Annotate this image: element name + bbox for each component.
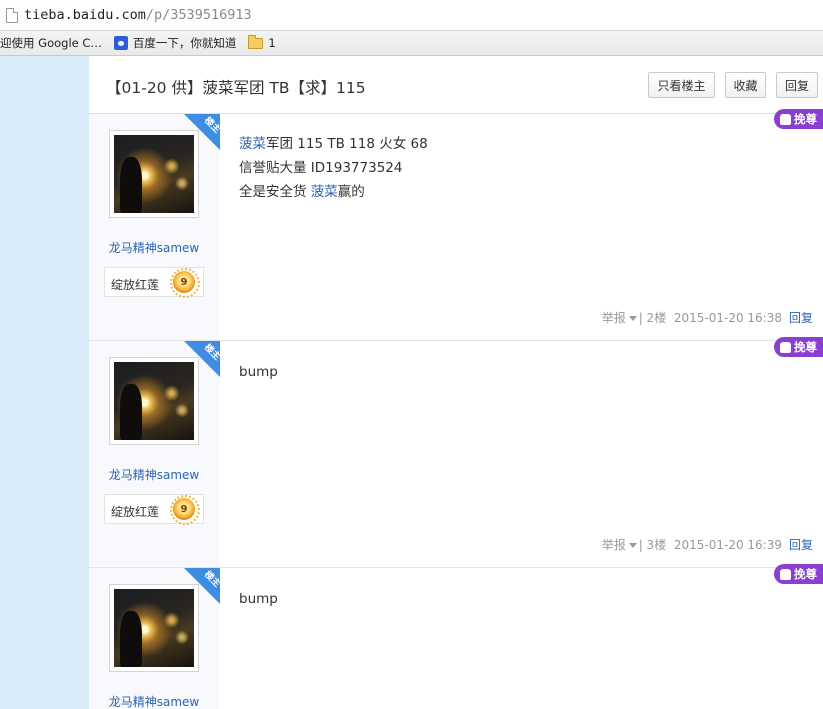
bookmark-folder[interactable]: 1 bbox=[248, 34, 276, 50]
page-icon bbox=[6, 7, 18, 23]
author-name[interactable]: 龙马精神samew bbox=[89, 466, 219, 483]
hand-icon bbox=[780, 568, 791, 580]
thread-header: 【01-20 供】菠菜军团 TB【求】115 只看楼主 收藏 回复 bbox=[89, 56, 823, 114]
level-star-icon: 9 bbox=[170, 268, 200, 298]
author-name[interactable]: 龙马精神samew bbox=[89, 693, 219, 709]
floor-number: | 3楼 bbox=[638, 538, 667, 552]
baidu-paw-icon bbox=[113, 36, 128, 50]
content-text: 信誉贴大量 ID193773524 bbox=[239, 160, 403, 176]
wanzun-label: 挽尊 bbox=[794, 340, 817, 354]
caret-down-icon[interactable] bbox=[628, 316, 637, 321]
wanzun-button[interactable]: 挽尊 bbox=[774, 109, 823, 129]
reply-button[interactable]: 回复 bbox=[776, 72, 818, 98]
thread-title: 【01-20 供】菠菜军团 TB【求】115 bbox=[106, 79, 366, 97]
report-link[interactable]: 举报 bbox=[602, 538, 626, 552]
op-ribbon: 楼主 bbox=[184, 114, 220, 150]
url-path: /p/3539516913 bbox=[145, 7, 252, 23]
wanzun-button[interactable]: 挽尊 bbox=[774, 337, 823, 357]
url-host: tieba.baidu.com bbox=[24, 7, 146, 23]
avatar-image bbox=[114, 589, 194, 667]
content-text: 全是安全货 bbox=[239, 184, 311, 200]
address-bar[interactable]: tieba.baidu.com/p/3539516913 bbox=[0, 0, 823, 31]
post-meta: 举报 | 3楼 2015-01-20 16:39 回复 bbox=[602, 536, 813, 553]
op-ribbon-label: 楼主 bbox=[202, 569, 220, 590]
hand-icon bbox=[780, 341, 791, 353]
content-line: 菠菜军团 115 TB 118 火女 68 bbox=[239, 132, 428, 156]
wanzun-button[interactable]: 挽尊 bbox=[774, 564, 823, 584]
caret-down-icon[interactable] bbox=[628, 543, 637, 548]
folder-icon bbox=[248, 34, 264, 49]
hand-icon bbox=[780, 113, 791, 125]
only-op-button[interactable]: 只看楼主 bbox=[648, 72, 715, 98]
post-content: bump bbox=[239, 591, 278, 607]
avatar-image bbox=[114, 362, 194, 440]
post-time: 2015-01-20 16:39 bbox=[673, 538, 782, 552]
author-name[interactable]: 龙马精神samew bbox=[89, 239, 219, 256]
content-text: 军团 115 TB 118 火女 68 bbox=[266, 136, 428, 152]
bookmark-label: 百度一下，你就知道 bbox=[132, 36, 237, 50]
reply-link[interactable]: 回复 bbox=[789, 538, 813, 552]
op-ribbon: 楼主 bbox=[184, 341, 220, 377]
floor-number: | 2楼 bbox=[638, 311, 667, 325]
report-link[interactable]: 举报 bbox=[602, 311, 626, 325]
content-line: 全是安全货 菠菜赢的 bbox=[239, 180, 428, 204]
url-text[interactable]: tieba.baidu.com/p/3539516913 bbox=[24, 7, 252, 23]
level-star-icon: 9 bbox=[170, 495, 200, 525]
post-meta: 举报 | 2楼 2015-01-20 16:38 回复 bbox=[602, 309, 813, 326]
bookmark-label: 迎使用 Google C… bbox=[0, 36, 102, 50]
wanzun-label: 挽尊 bbox=[794, 112, 817, 126]
keyword-link[interactable]: 菠菜 bbox=[311, 184, 338, 200]
op-ribbon-label: 楼主 bbox=[202, 342, 220, 363]
bookmarks-bar: 迎使用 Google C… 百度一下，你就知道 1 bbox=[0, 31, 823, 56]
content-text: 赢的 bbox=[337, 184, 365, 200]
avatar-image bbox=[114, 135, 194, 213]
keyword-link[interactable]: 菠菜 bbox=[239, 136, 266, 152]
left-background bbox=[0, 56, 89, 709]
thread-main: 【01-20 供】菠菜军团 TB【求】115 只看楼主 收藏 回复 龙马精神sa… bbox=[89, 56, 823, 709]
member-badge[interactable]: 绽放红莲 9 bbox=[104, 494, 204, 525]
post-floor-3: 龙马精神samew 绽放红莲 9 楼主 挽尊 bump 举报 | 3楼 2015-… bbox=[89, 337, 823, 568]
op-ribbon-label: 楼主 bbox=[202, 115, 220, 136]
badge-title: 绽放红莲 bbox=[111, 278, 160, 292]
member-badge[interactable]: 绽放红莲 9 bbox=[104, 267, 204, 298]
bookmark-baidu[interactable]: 百度一下，你就知道 bbox=[113, 35, 237, 51]
post-content: 菠菜军团 115 TB 118 火女 68 信誉贴大量 ID193773524 … bbox=[239, 132, 428, 204]
favorite-button[interactable]: 收藏 bbox=[725, 72, 766, 98]
post-content: bump bbox=[239, 364, 278, 380]
op-ribbon: 楼主 bbox=[184, 568, 220, 604]
wanzun-label: 挽尊 bbox=[794, 567, 817, 581]
bookmark-label: 1 bbox=[268, 36, 276, 50]
bookmark-google[interactable]: 迎使用 Google C… bbox=[0, 35, 102, 51]
post-time: 2015-01-20 16:38 bbox=[673, 311, 782, 325]
post-floor-2: 龙马精神samew 绽放红莲 9 楼主 挽尊 菠菜军团 115 TB 118 火… bbox=[89, 109, 823, 341]
reply-link[interactable]: 回复 bbox=[789, 311, 813, 325]
content-line: 信誉贴大量 ID193773524 bbox=[239, 156, 428, 180]
post-floor-4: 龙马精神samew 楼主 挽尊 bump bbox=[89, 564, 823, 709]
badge-title: 绽放红莲 bbox=[111, 505, 160, 519]
